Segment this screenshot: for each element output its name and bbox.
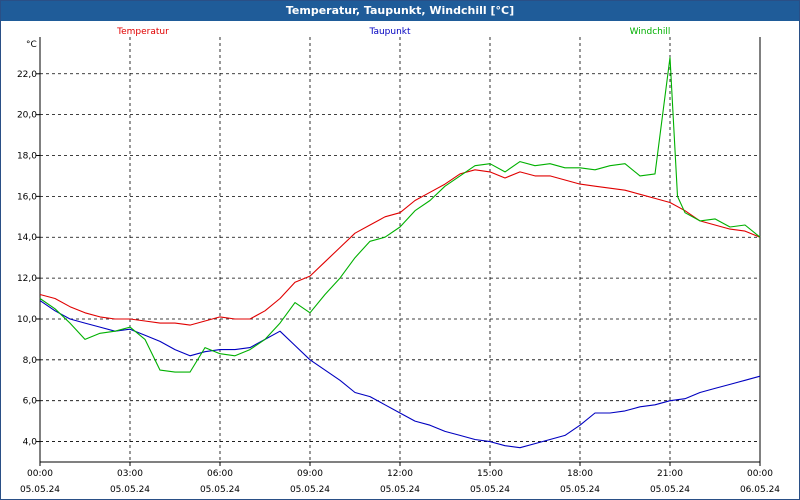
x-tick-time: 18:00 xyxy=(567,469,593,479)
line-chart: 4,06,08,010,012,014,016,018,020,022,0°C … xyxy=(17,27,780,495)
y-tick-label: 22,0 xyxy=(17,70,37,80)
x-tick-date: 05.05.24 xyxy=(470,485,510,495)
x-tick-date: 05.05.24 xyxy=(380,485,420,495)
x-tick-date: 06.05.24 xyxy=(740,485,780,495)
x-tick-date: 05.05.24 xyxy=(560,485,600,495)
y-axis-unit: °C xyxy=(26,40,37,50)
y-tick-label: 12,0 xyxy=(17,274,37,284)
legend-item-windchill: Windchill xyxy=(630,27,671,37)
legend: Temperatur Taupunkt Windchill xyxy=(116,27,670,37)
x-tick-time: 00:00 xyxy=(747,469,773,479)
y-tick-label: 4,0 xyxy=(23,438,38,448)
legend-item-taupunkt: Taupunkt xyxy=(368,27,411,37)
y-tick-label: 6,0 xyxy=(23,397,38,407)
x-tick-time: 00:00 xyxy=(27,469,53,479)
x-tick-time: 21:00 xyxy=(657,469,683,479)
legend-item-temperatur: Temperatur xyxy=(116,27,169,37)
y-tick-label: 10,0 xyxy=(17,315,37,325)
x-tick-time: 15:00 xyxy=(477,469,503,479)
x-tick-date: 05.05.24 xyxy=(290,485,330,495)
x-tick-time: 03:00 xyxy=(117,469,143,479)
y-tick-label: 14,0 xyxy=(17,233,37,243)
axes xyxy=(36,37,761,466)
y-tick-label: 8,0 xyxy=(23,356,38,366)
x-tick-date: 05.05.24 xyxy=(20,485,60,495)
y-tick-label: 18,0 xyxy=(17,152,37,162)
x-tick-time: 09:00 xyxy=(297,469,323,479)
y-tick-label: 16,0 xyxy=(17,192,37,202)
y-tick-label: 20,0 xyxy=(17,111,37,121)
x-tick-time: 06:00 xyxy=(207,469,233,479)
grid xyxy=(40,37,760,462)
x-tick-labels: 00:00 05.05.24 03:00 05.05.24 06:00 05.05.24 0… xyxy=(20,469,780,495)
x-tick-date: 05.05.24 xyxy=(650,485,690,495)
x-tick-date: 05.05.24 xyxy=(200,485,240,495)
y-tick-labels: 4,0 6,0 8,0 10,0 12,0 14,0 16,0 18,0 20,0 22,0 °C xyxy=(17,40,37,448)
x-tick-time: 12:00 xyxy=(387,469,413,479)
x-tick-date: 05.05.24 xyxy=(110,485,150,495)
